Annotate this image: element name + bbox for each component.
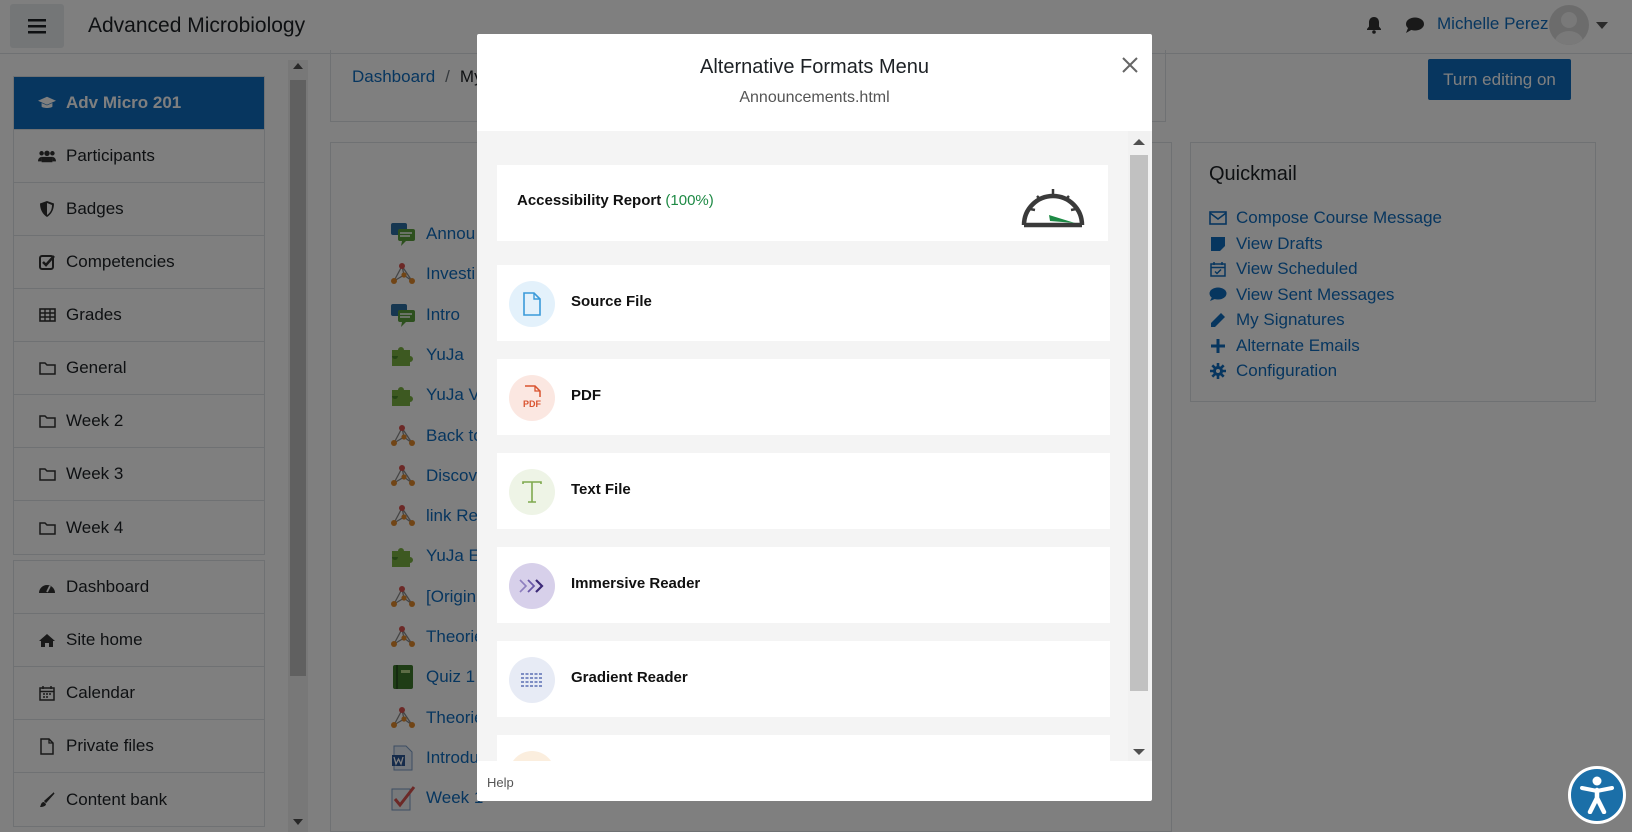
- help-link[interactable]: Help: [487, 775, 514, 790]
- format-option[interactable]: Gradient Reader: [497, 641, 1110, 717]
- pdf-icon: PDF: [509, 375, 555, 421]
- lines-icon: [509, 657, 555, 703]
- accessibility-person-icon: [1580, 776, 1614, 814]
- format-label: PDF: [571, 387, 601, 404]
- gauge-icon: [1021, 189, 1085, 228]
- scroll-up-arrow-icon[interactable]: [1133, 138, 1145, 146]
- document-icon: [509, 281, 555, 327]
- modal-title: Alternative Formats Menu: [700, 56, 929, 78]
- accessibility-button[interactable]: [1568, 766, 1626, 824]
- format-option[interactable]: Immersive Reader: [497, 547, 1110, 623]
- accessibility-report-card[interactable]: Accessibility Report (100%): [497, 165, 1108, 241]
- format-option[interactable]: Source File: [497, 265, 1110, 341]
- format-option[interactable]: Text File: [497, 453, 1110, 529]
- format-label: Gradient Reader: [571, 669, 688, 686]
- scroll-down-arrow-icon[interactable]: [1133, 748, 1145, 756]
- chevrons-icon: [509, 563, 555, 609]
- modal-scrollbar-thumb[interactable]: [1130, 155, 1148, 691]
- format-option[interactable]: PDF PDF: [497, 359, 1110, 435]
- format-label: Text File: [571, 481, 631, 498]
- format-label: Immersive Reader: [571, 575, 701, 592]
- report-label: Accessibility Report: [517, 192, 662, 209]
- close-button[interactable]: [1118, 53, 1142, 77]
- text-icon: [509, 469, 555, 515]
- alternative-formats-modal: Alternative Formats Menu Announcements.h…: [477, 34, 1152, 801]
- modal-filename: Announcements.html: [739, 89, 890, 106]
- svg-text:PDF: PDF: [523, 399, 542, 409]
- formats-list: Accessibility Report (100%) Source File P…: [477, 131, 1152, 761]
- format-option[interactable]: EPUB: [497, 735, 1110, 761]
- book-icon: [509, 751, 555, 761]
- accessibility-report-label: Accessibility Report (100%): [517, 192, 714, 209]
- report-score: (100%): [665, 192, 714, 209]
- format-label: Source File: [571, 293, 652, 310]
- close-icon: [1122, 57, 1138, 73]
